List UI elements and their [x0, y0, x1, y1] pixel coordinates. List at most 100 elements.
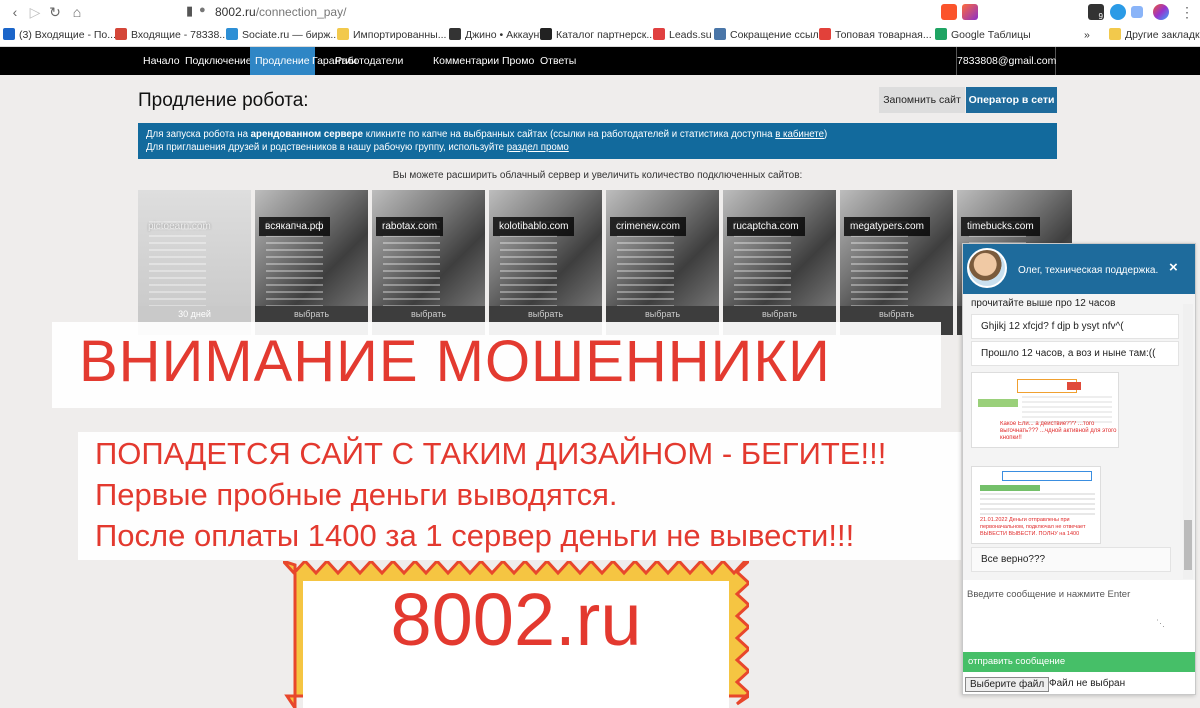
chat-screenshot-thumbnail[interactable]: Какое Ели... а действие??? ...того выгоч… [971, 372, 1119, 448]
chat-message: прочитайте выше про 12 часов [971, 298, 1116, 309]
bookmark-item[interactable]: Другие закладки [1109, 28, 1200, 42]
remember-site-button[interactable]: Запомнить сайт [879, 87, 965, 113]
bookmark-label: Каталог партнерск... [556, 29, 656, 41]
chat-message: Все верно??? [971, 547, 1171, 572]
chat-close-icon[interactable]: × [1169, 259, 1178, 276]
leads-icon [653, 28, 665, 40]
url-path: /connection_pay/ [255, 5, 347, 19]
bookmarks-bar: (3) Входящие - По... Входящие - 78338... S… [0, 24, 1200, 46]
site-tile[interactable]: rucaptcha.com выбрать [723, 190, 838, 335]
bookmark-label: Leads.su [669, 29, 712, 41]
support-chat-widget: Олег, техническая поддержка. × прочитайт… [962, 243, 1196, 695]
extension-badge-icon[interactable]: 9 [1088, 4, 1104, 21]
site-tile[interactable]: kolotibablo.com выбрать [489, 190, 604, 335]
sites-subtitle: Вы можете расширить облачный сервер и ув… [392, 170, 803, 181]
chat-message: Ghjikj 12 xfcjd? f djp b ysyt nfv^( [971, 314, 1179, 339]
bookmark-label: Входящие - 78338... [131, 29, 229, 41]
nav-item-3[interactable]: Продление [250, 47, 315, 75]
puzzle-icon[interactable] [1131, 6, 1143, 18]
bookmark-item[interactable]: » [1084, 28, 1090, 42]
brave-shield-icon[interactable] [941, 4, 957, 20]
vk-icon [714, 28, 726, 40]
stamp-domain-text: 8002.ru [390, 578, 642, 661]
site-name: megatypers.com [844, 217, 930, 236]
chat-scrollbar[interactable] [1183, 304, 1193, 579]
url-host: 8002.ru [215, 5, 256, 19]
gmail-icon [115, 28, 127, 40]
info-bold: арендованном сервере [250, 129, 364, 140]
thumb-caption: 21.01.2022 Деньги отправлены при первона… [980, 517, 1086, 537]
back-icon[interactable]: ‹ [6, 3, 24, 21]
agent-avatar [967, 248, 1007, 288]
site-tile[interactable]: rabotax.com выбрать [372, 190, 487, 335]
folder-icon [337, 28, 349, 40]
browser-chrome: ‹ ▷ ↻ ⌂ ▮ ● 8002.ru/connection_pay/ 9 ⋮ … [0, 0, 1200, 47]
site-tile[interactable]: megatypers.com выбрать [840, 190, 955, 335]
site-tile[interactable]: pictoearn.com 30 дней [138, 190, 253, 335]
scam-warning-banner: ВНИМАНИЕ МОШЕННИКИ [52, 322, 941, 408]
chat-header: Олег, техническая поддержка. × [963, 244, 1195, 294]
resize-grip-icon[interactable]: ⋱ [1156, 618, 1165, 629]
nav-item-5[interactable]: Работодатели [330, 47, 408, 75]
forward-icon[interactable]: ▷ [26, 3, 44, 21]
user-email[interactable]: 7833808@gmail.com [956, 47, 1056, 75]
extension-shield-icon[interactable] [1110, 4, 1126, 20]
page-title: Продление робота: [138, 90, 309, 111]
bookmark-item[interactable]: Входящие - 78338... [115, 28, 228, 42]
site-name: timebucks.com [961, 217, 1040, 236]
nav-item-1[interactable]: Начало [138, 47, 185, 75]
chat-message-input[interactable]: Введите сообщение и нажмите Enter [967, 589, 1130, 600]
bookmark-item[interactable]: Топовая товарная... [819, 28, 932, 42]
lock-icon[interactable]: ● [199, 4, 206, 16]
thumb-shape [1022, 395, 1112, 423]
bookmark-icon[interactable]: ▮ [186, 3, 193, 19]
thumb-shape [1002, 471, 1092, 481]
nav-item-8[interactable]: Ответы [535, 47, 581, 75]
site-name: всякапча.рф [259, 217, 330, 236]
promo-link[interactable]: раздел промо [507, 142, 569, 153]
url-field[interactable]: 8002.ru/connection_pay/ [215, 5, 346, 19]
bookmark-item[interactable]: (3) Входящие - По... [3, 28, 116, 42]
thumb-shape [1067, 382, 1081, 390]
send-message-button[interactable]: отправить сообщение [963, 652, 1195, 672]
sociate-icon [226, 28, 238, 40]
bookmark-item[interactable]: Leads.su [653, 28, 712, 42]
brave-rewards-icon[interactable] [962, 4, 978, 20]
bookmark-item[interactable]: Каталог партнерск... [540, 28, 655, 42]
menu-icon[interactable]: ⋮ [1178, 3, 1196, 21]
bookmark-label: Google Таблицы [951, 29, 1031, 41]
info-text: кликните по капче на выбранных сайтах (с… [363, 129, 776, 140]
cabinet-link[interactable]: в кабинете [775, 129, 824, 140]
bookmark-item[interactable]: Sociate.ru — бирж... [226, 28, 339, 42]
nav-item-7[interactable]: Промо [497, 47, 539, 75]
scam-warning-headline: ВНИМАНИЕ МОШЕННИКИ [79, 329, 831, 394]
info-text: Для приглашения друзей и родственников в… [146, 142, 507, 153]
bookmark-label: Sociate.ru — бирж... [242, 29, 340, 41]
bookmark-item[interactable]: Джино • Аккаунт [449, 28, 544, 42]
site-name: crimenew.com [610, 217, 686, 236]
site-name: pictoearn.com [148, 221, 211, 232]
chat-message: Прошло 12 часов, а воз и ныне там:(( [971, 341, 1179, 366]
chat-scroll-thumb[interactable] [1184, 520, 1192, 570]
info-banner: Для запуска робота на арендованном серве… [138, 123, 1057, 159]
site-tile[interactable]: crimenew.com выбрать [606, 190, 721, 335]
bookmark-item[interactable]: Импортированны... [337, 28, 446, 42]
scam-warning-details: ПОПАДЕТСЯ САЙТ С ТАКИМ ДИЗАЙНОМ - БЕГИТЕ… [78, 432, 961, 560]
bookmark-item[interactable]: Google Таблицы [935, 28, 1031, 42]
info-text: Для запуска робота на [146, 129, 251, 140]
choose-file-button[interactable]: Выберите файл [965, 677, 1050, 692]
operator-online-button[interactable]: Оператор в сети [966, 87, 1057, 113]
extension-badge-count: 9 [1098, 12, 1103, 21]
bookmark-label: Другие закладки [1125, 29, 1200, 41]
nav-item-2[interactable]: Подключение [180, 47, 257, 75]
reload-icon[interactable]: ↻ [46, 3, 64, 21]
bookmark-item[interactable]: Сокращение ссылок [714, 28, 829, 42]
home-icon[interactable]: ⌂ [68, 3, 86, 21]
info-line-1: Для запуска робота на арендованном серве… [146, 128, 1049, 141]
thumb-shape [980, 485, 1040, 491]
profile-avatar-icon[interactable] [1153, 4, 1169, 20]
warning-line-3: После оплаты 1400 за 1 сервер деньги не … [95, 518, 855, 553]
site-tile[interactable]: всякапча.рф выбрать [255, 190, 370, 335]
chat-screenshot-thumbnail[interactable]: 21.01.2022 Деньги отправлены при первона… [971, 466, 1101, 544]
nav-item-6[interactable]: Комментарии [428, 47, 504, 75]
